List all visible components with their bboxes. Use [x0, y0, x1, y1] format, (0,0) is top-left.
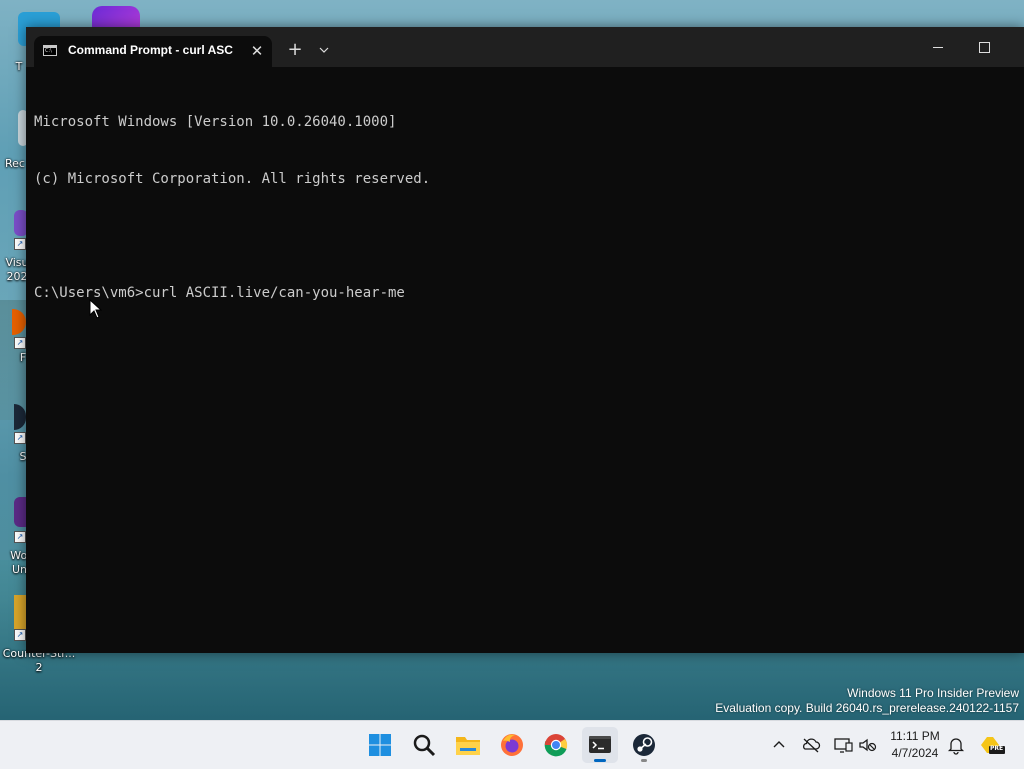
new-tab-button[interactable]: +: [284, 39, 306, 61]
show-hidden-icons-chevron-up-icon[interactable]: [767, 733, 791, 757]
search-button[interactable]: [406, 727, 442, 763]
shortcut-arrow-icon: ↗: [14, 531, 26, 543]
notification-bell-icon[interactable]: [944, 733, 968, 757]
tab-command-prompt[interactable]: Command Prompt - curl ASC ✕: [34, 36, 272, 67]
firefox-icon: [12, 309, 26, 335]
terminal-line: C:\Users\vm6>curl ASCII.live/can-you-hea…: [34, 285, 405, 301]
steam-icon: [14, 404, 26, 430]
folder-icon: [456, 737, 480, 755]
shortcut-arrow-icon: ↗: [14, 337, 26, 349]
firefox-icon: [501, 734, 523, 756]
running-app-indicator: [641, 759, 647, 762]
shortcut-arrow-icon: ↗: [14, 629, 26, 641]
command-prompt-icon: [43, 45, 57, 56]
taskbar-terminal[interactable]: [582, 727, 618, 763]
terminal-window[interactable]: Command Prompt - curl ASC ✕ + Microsoft …: [26, 27, 1024, 653]
taskbar-chrome[interactable]: [538, 727, 574, 763]
chevron-down-icon: [319, 47, 329, 53]
network-icon[interactable]: [831, 733, 855, 757]
unreal-icon: [14, 497, 26, 527]
onedrive-offline-icon[interactable]: [799, 733, 823, 757]
watermark-line-1: Windows 11 Pro Insider Preview: [847, 686, 1019, 700]
terminal-icon: [589, 736, 611, 753]
shortcut-arrow-icon: ↗: [14, 432, 26, 444]
evaluation-watermark: Windows 11 Pro Insider Preview Evaluatio…: [715, 686, 1019, 716]
title-bar[interactable]: Command Prompt - curl ASC ✕ +: [26, 27, 1024, 67]
chrome-icon: [544, 734, 568, 757]
watermark-line-2: Evaluation copy. Build 26040.rs_prerelea…: [715, 701, 1019, 715]
pre-badge-text: PRE: [990, 745, 1004, 752]
taskbar: 11:11 PM 4/7/2024 PRE: [0, 720, 1024, 769]
close-tab-icon[interactable]: ✕: [248, 42, 266, 60]
taskbar-steam[interactable]: [626, 727, 662, 763]
windows-logo-icon: [369, 734, 391, 756]
taskbar-firefox[interactable]: [494, 727, 530, 763]
insider-preview-badge-icon[interactable]: PRE: [979, 733, 1007, 757]
shortcut-arrow-icon: ↗: [14, 238, 26, 250]
terminal-output[interactable]: Microsoft Windows [Version 10.0.26040.10…: [34, 75, 1014, 645]
system-clock[interactable]: 11:11 PM 4/7/2024: [880, 728, 950, 762]
terminal-line: Microsoft Windows [Version 10.0.26040.10…: [34, 114, 397, 130]
tab-dropdown-button[interactable]: [314, 39, 334, 61]
steam-icon: [633, 734, 655, 756]
search-icon: [413, 734, 436, 757]
volume-muted-icon[interactable]: [856, 733, 880, 757]
taskbar-file-explorer[interactable]: [450, 727, 486, 763]
maximize-button[interactable]: [964, 33, 1004, 61]
clock-date: 4/7/2024: [891, 746, 939, 760]
tab-title: Command Prompt - curl ASC: [68, 43, 233, 57]
clock-time: 11:11 PM: [890, 729, 940, 743]
mouse-pointer-icon: [89, 299, 103, 319]
start-button[interactable]: [362, 727, 398, 763]
active-app-indicator: [594, 759, 606, 762]
minimize-button[interactable]: [918, 33, 958, 61]
terminal-line: (c) Microsoft Corporation. All rights re…: [34, 171, 431, 187]
counter-strike-icon: [14, 595, 26, 631]
